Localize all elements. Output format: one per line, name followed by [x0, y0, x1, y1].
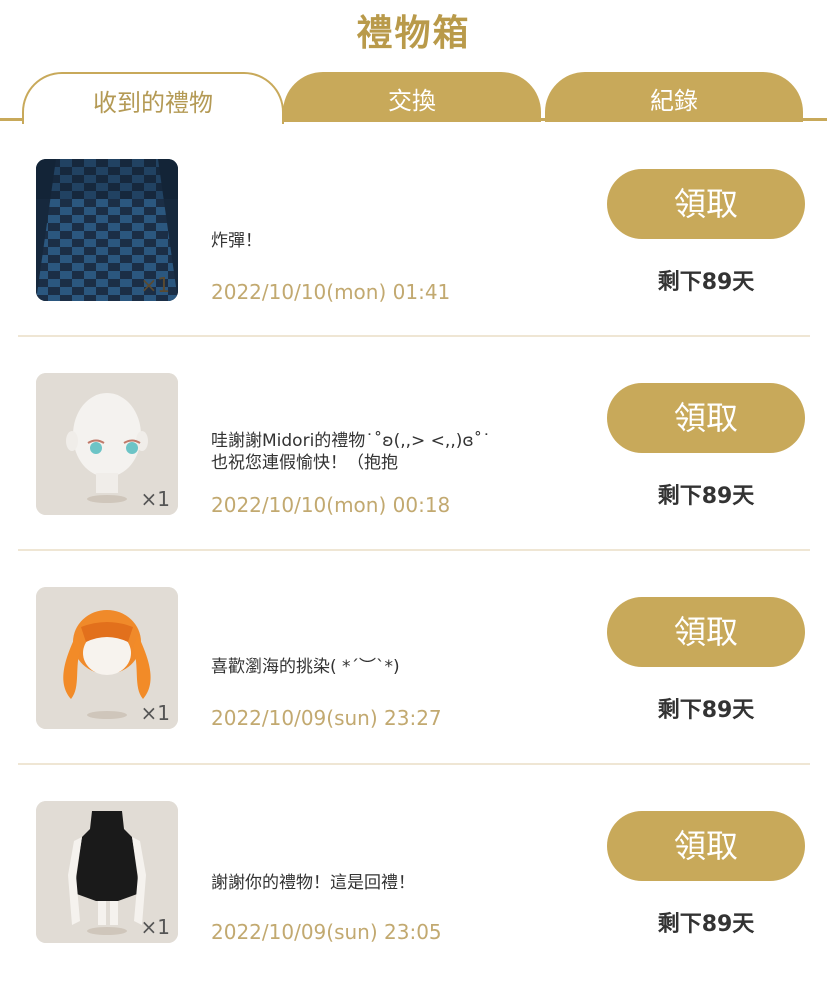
- page-title: 禮物箱: [356, 13, 471, 54]
- gift-thumbnail: ×1: [36, 373, 178, 515]
- gift-thumbnail: ×1: [36, 801, 178, 943]
- gift-row: ×1 喜歡瀏海的挑染( *´︶`*) 2022/10/09(sun) 23:27…: [0, 578, 827, 792]
- gift-row: ×1 炸彈！ 2022/10/10(mon) 01:41 領取 剩下89天: [0, 150, 827, 364]
- gift-quantity: ×1: [140, 701, 170, 725]
- gift-message: 炸彈！: [211, 231, 262, 251]
- gift-quantity: ×1: [140, 273, 170, 297]
- gift-quantity: ×1: [140, 915, 170, 939]
- gift-row: ×1 哇謝謝Midori的禮物˙˚ʚ(,,> <,,)ɞ˚˙ 也祝您連假愉快！（…: [0, 364, 827, 578]
- gift-message: 喜歡瀏海的挑染( *´︶`*): [211, 657, 400, 677]
- days-remaining: 剩下89天: [657, 484, 755, 509]
- gift-message: 謝謝你的禮物！這是回禮！: [211, 873, 415, 893]
- tab-exchange[interactable]: 交換: [283, 72, 541, 122]
- tab-history[interactable]: 紀錄: [545, 72, 803, 122]
- days-remaining: 剩下89天: [657, 270, 755, 295]
- gift-thumbnail: ×1: [36, 159, 178, 301]
- gift-row: ×1 謝謝你的禮物！這是回禮！ 2022/10/09(sun) 23:05 領取…: [0, 792, 827, 1006]
- claim-button[interactable]: 領取: [607, 169, 805, 239]
- gift-date: 2022/10/10(mon) 01:41: [211, 280, 451, 304]
- gift-quantity: ×1: [140, 487, 170, 511]
- gift-thumbnail: ×1: [36, 587, 178, 729]
- claim-button[interactable]: 領取: [607, 383, 805, 453]
- days-remaining: 剩下89天: [657, 698, 755, 723]
- gift-message: 哇謝謝Midori的禮物˙˚ʚ(,,> <,,)ɞ˚˙ 也祝您連假愉快！（抱抱: [211, 431, 491, 473]
- row-divider: [18, 335, 810, 337]
- gift-date: 2022/10/10(mon) 00:18: [211, 493, 451, 517]
- tab-received[interactable]: 收到的禮物: [22, 72, 284, 124]
- gift-date: 2022/10/09(sun) 23:05: [211, 920, 442, 944]
- days-remaining: 剩下89天: [657, 912, 755, 937]
- row-divider: [18, 549, 810, 551]
- row-divider: [18, 763, 810, 765]
- gift-date: 2022/10/09(sun) 23:27: [211, 706, 442, 730]
- claim-button[interactable]: 領取: [607, 597, 805, 667]
- claim-button[interactable]: 領取: [607, 811, 805, 881]
